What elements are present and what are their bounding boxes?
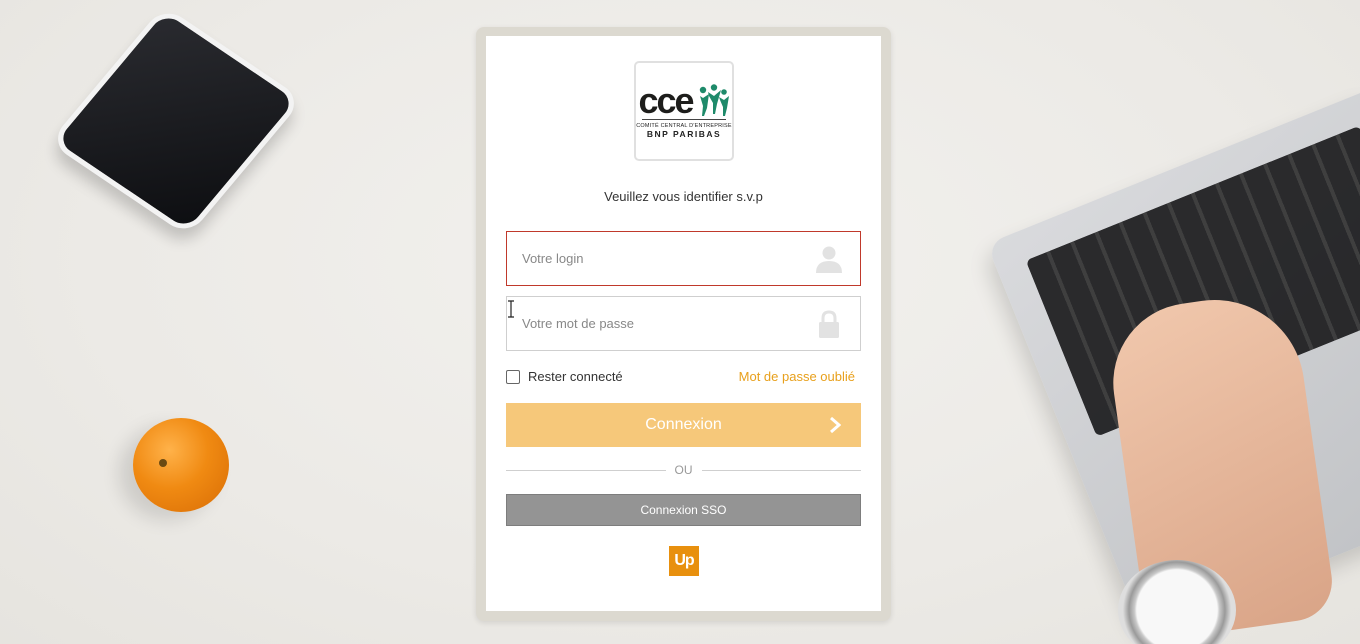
logo-company: BNP PARIBAS: [646, 128, 722, 139]
remember-label: Rester connecté: [528, 369, 623, 384]
lock-icon: [819, 310, 839, 338]
or-text: OU: [674, 463, 693, 477]
smartphone-image: [48, 5, 304, 237]
password-field-container: [506, 296, 861, 351]
or-divider: OU: [506, 463, 861, 477]
divider-line-left: [506, 469, 666, 471]
remember-me[interactable]: Rester connecté: [506, 369, 623, 384]
user-icon: [816, 246, 842, 273]
login-card: cce COMITÉ CENTRAL D'ENTREPRISE BNP PARI…: [486, 36, 881, 611]
cce-logo: cce COMITÉ CENTRAL D'ENTREPRISE BNP PARI…: [634, 61, 734, 161]
password-input[interactable]: [522, 297, 802, 350]
identify-prompt: Veuillez vous identifier s.v.p: [604, 189, 763, 204]
connect-button-label: Connexion: [645, 416, 722, 433]
chevron-right-icon: [830, 416, 841, 434]
login-input[interactable]: [522, 232, 802, 285]
login-field-container: [506, 231, 861, 286]
text-cursor-icon: [508, 300, 514, 318]
divider-line-right: [701, 469, 861, 471]
connect-button[interactable]: Connexion: [506, 403, 861, 447]
logo-brand-text: cce: [638, 79, 694, 121]
sso-button[interactable]: Connexion SSO: [506, 494, 861, 526]
logo-divider: [642, 118, 726, 120]
people-icon: [696, 83, 729, 116]
forgot-password-link[interactable]: Mot de passe oublié: [739, 369, 855, 384]
orange-image: [133, 418, 229, 512]
remember-checkbox[interactable]: [506, 369, 520, 384]
up-logo: Up: [669, 546, 699, 576]
